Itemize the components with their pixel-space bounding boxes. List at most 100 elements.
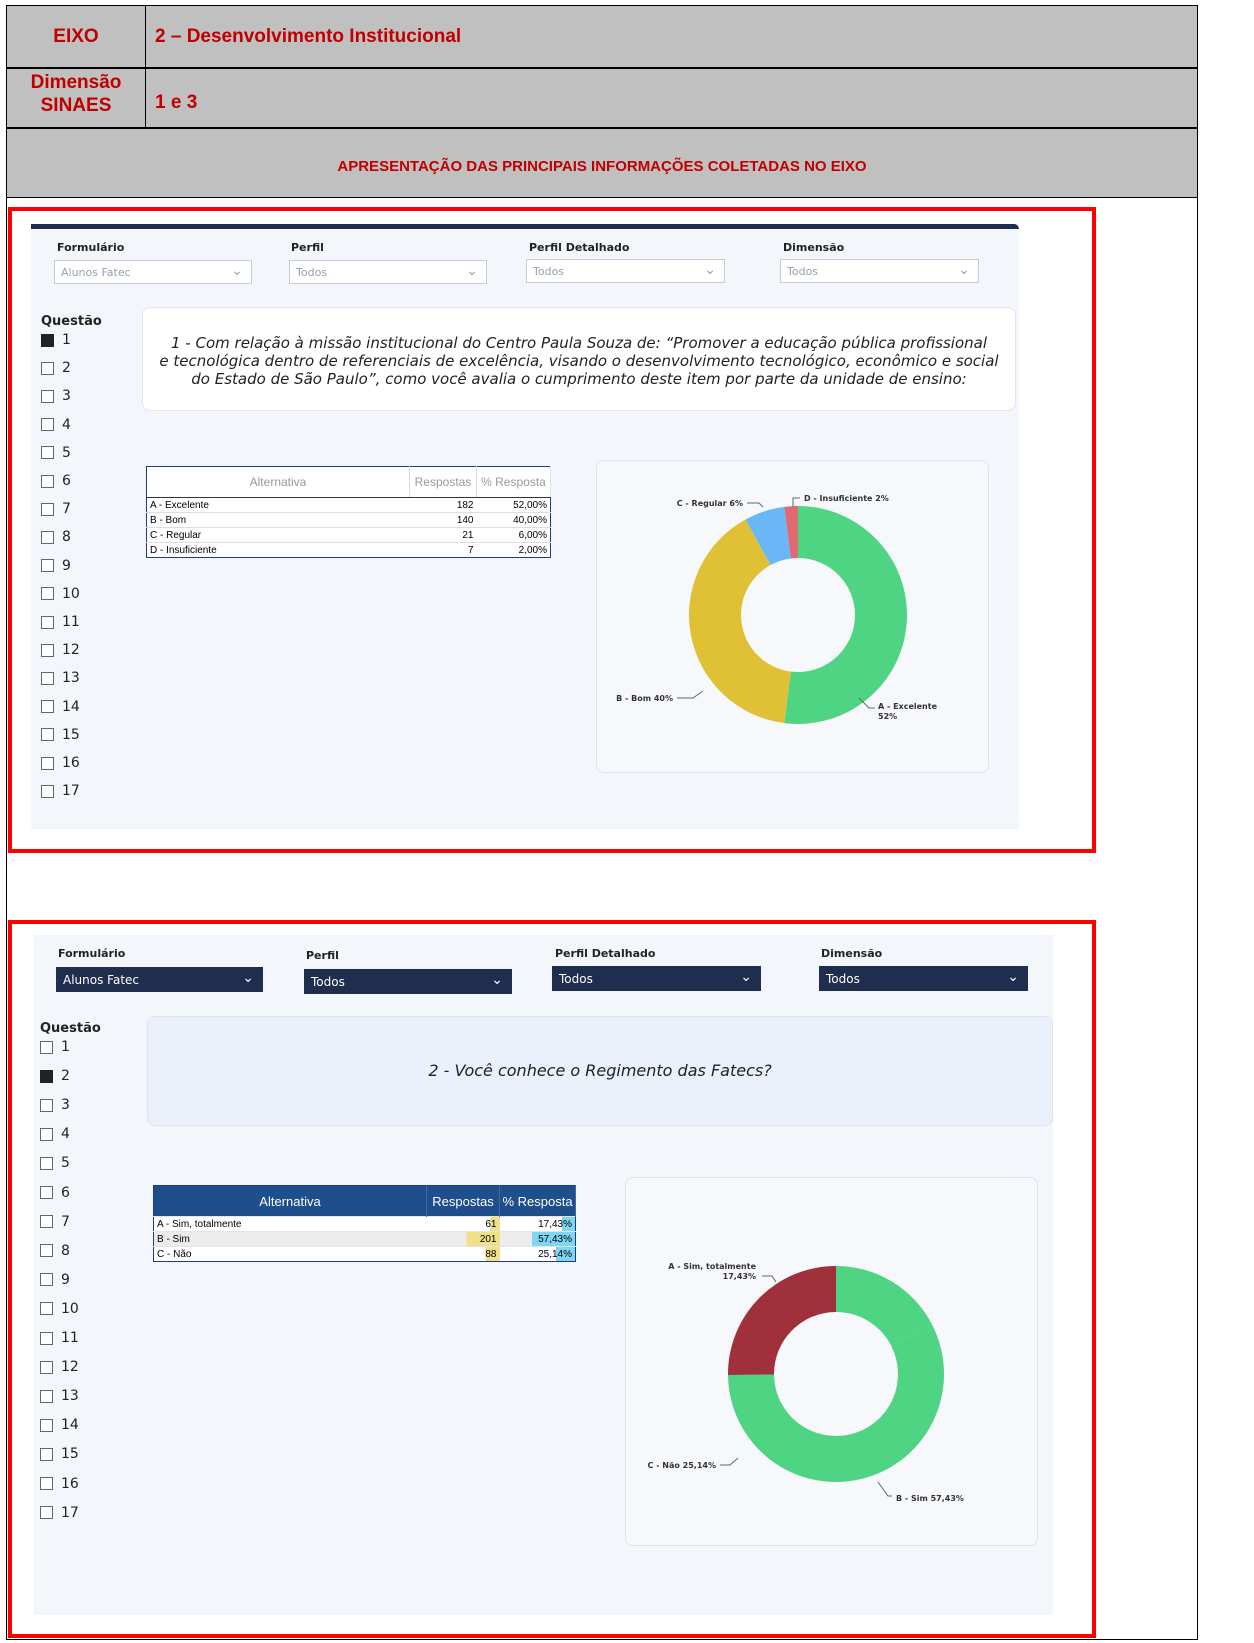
table-row[interactable]: D - Insuficiente 7 2,00% xyxy=(146,542,551,558)
question-option-14[interactable]: 14 xyxy=(40,1417,79,1433)
label-leader-line xyxy=(747,502,764,508)
checkbox[interactable] xyxy=(40,1215,53,1229)
filter-perfil-detalhado-select[interactable]: Todos ⌄ xyxy=(552,966,761,991)
question-option-5[interactable]: 5 xyxy=(40,1155,70,1171)
question-option-16[interactable]: 16 xyxy=(41,755,80,771)
question-option-3[interactable]: 3 xyxy=(40,1097,70,1113)
checkbox[interactable] xyxy=(40,1477,53,1490)
question-option-label: 2 xyxy=(61,1068,70,1085)
question-option-9[interactable]: 9 xyxy=(41,558,71,574)
checkbox[interactable] xyxy=(40,1069,53,1083)
checkbox[interactable] xyxy=(40,1098,53,1112)
eixo-divider xyxy=(145,6,146,68)
column-header-respostas[interactable]: Respostas xyxy=(409,466,477,498)
filter-dimensao-select[interactable]: Todos ⌄ xyxy=(780,259,979,283)
question-option-2[interactable]: 2 xyxy=(40,1068,70,1084)
question-option-6[interactable]: 6 xyxy=(40,1185,70,1201)
table-row[interactable]: B - Bom 140 40,00% xyxy=(146,512,551,528)
question-option-7[interactable]: 7 xyxy=(41,501,71,517)
column-header-percent[interactable]: % Resposta xyxy=(499,1185,576,1217)
question-option-11[interactable]: 11 xyxy=(40,1330,79,1346)
checkbox[interactable] xyxy=(41,333,54,347)
question-option-4[interactable]: 4 xyxy=(41,417,71,433)
checkbox[interactable] xyxy=(40,1389,53,1403)
checkbox[interactable] xyxy=(41,615,54,629)
donut-slice-2[interactable] xyxy=(728,1266,836,1375)
checkbox[interactable] xyxy=(41,502,54,516)
question-option-12[interactable]: 12 xyxy=(41,642,80,658)
question-option-12[interactable]: 12 xyxy=(40,1359,79,1375)
filter-perfil-detalhado-select[interactable]: Todos ⌄ xyxy=(526,259,725,283)
question-option-11[interactable]: 11 xyxy=(41,614,80,630)
checkbox[interactable] xyxy=(40,1127,53,1141)
question-option-13[interactable]: 13 xyxy=(41,670,80,686)
checkbox[interactable] xyxy=(40,1156,53,1170)
checkbox[interactable] xyxy=(40,1302,53,1316)
table-row[interactable]: A - Excelente 182 52,00% xyxy=(146,497,551,513)
checkbox[interactable] xyxy=(41,361,54,375)
question-option-13[interactable]: 13 xyxy=(40,1388,79,1404)
question-option-10[interactable]: 10 xyxy=(41,586,80,602)
question-option-1[interactable]: 1 xyxy=(41,332,71,348)
checkbox[interactable] xyxy=(41,530,54,544)
checkbox[interactable] xyxy=(41,587,54,601)
question-option-17[interactable]: 17 xyxy=(40,1505,79,1521)
column-header-alternativa[interactable]: Alternativa xyxy=(146,466,410,498)
column-header-respostas[interactable]: Respostas xyxy=(426,1185,500,1217)
checkbox[interactable] xyxy=(41,671,54,685)
checkbox[interactable] xyxy=(41,756,54,770)
checkbox[interactable] xyxy=(41,643,54,657)
question-option-9[interactable]: 9 xyxy=(40,1272,70,1288)
checkbox[interactable] xyxy=(40,1186,53,1199)
question-option-17[interactable]: 17 xyxy=(41,783,80,799)
donut-slice-0[interactable] xyxy=(784,506,907,724)
checkbox[interactable] xyxy=(41,418,54,432)
table-row[interactable]: B - Sim 201 57,43% xyxy=(153,1231,576,1247)
question-option-10[interactable]: 10 xyxy=(40,1301,79,1317)
table-row[interactable]: C - Não 88 25,14% xyxy=(153,1246,576,1262)
question-option-4[interactable]: 4 xyxy=(40,1126,70,1142)
checkbox[interactable] xyxy=(41,389,54,403)
question-option-15[interactable]: 15 xyxy=(41,727,80,743)
checkbox[interactable] xyxy=(41,728,54,742)
question-option-6[interactable]: 6 xyxy=(41,473,71,489)
table-row[interactable]: A - Sim, totalmente 61 17,43% xyxy=(153,1216,576,1232)
table-row[interactable]: C - Regular 21 6,00% xyxy=(146,527,551,543)
question-option-5[interactable]: 5 xyxy=(41,445,71,461)
chevron-down-icon: ⌄ xyxy=(231,263,243,279)
question-text: 2 - Você conhece o Regimento das Fatecs? xyxy=(428,1061,772,1080)
question-option-1[interactable]: 1 xyxy=(40,1039,70,1055)
checkbox[interactable] xyxy=(40,1360,53,1374)
question-option-15[interactable]: 15 xyxy=(40,1446,79,1462)
checkbox[interactable] xyxy=(40,1273,53,1287)
question-option-14[interactable]: 14 xyxy=(41,699,80,715)
filter-formulario-select[interactable]: Alunos Fatec ⌄ xyxy=(56,967,263,992)
checkbox[interactable] xyxy=(41,474,54,488)
cell-percent: 17,43% xyxy=(499,1216,576,1232)
question-option-3[interactable]: 3 xyxy=(41,388,71,404)
checkbox[interactable] xyxy=(40,1418,53,1432)
checkbox[interactable] xyxy=(40,1447,53,1461)
question-option-2[interactable]: 2 xyxy=(41,360,71,376)
checkbox[interactable] xyxy=(41,700,54,714)
filter-dimensao-select[interactable]: Todos ⌄ xyxy=(819,966,1028,991)
question-option-16[interactable]: 16 xyxy=(40,1476,79,1492)
checkbox[interactable] xyxy=(40,1244,53,1258)
column-header-alternativa[interactable]: Alternativa xyxy=(153,1185,427,1217)
checkbox[interactable] xyxy=(40,1331,53,1345)
question-option-8[interactable]: 8 xyxy=(40,1243,70,1259)
donut-chart: A - Sim, totalmente17,43% B - Sim 57,43% C… xyxy=(648,1262,964,1503)
filter-formulario-select[interactable]: Alunos Fatec ⌄ xyxy=(54,260,252,284)
checkbox[interactable] xyxy=(41,784,54,798)
question-option-label: 10 xyxy=(61,1300,79,1317)
filter-perfil-select[interactable]: Todos ⌄ xyxy=(304,969,512,994)
data-label: 17,43% xyxy=(723,1272,756,1281)
checkbox[interactable] xyxy=(40,1040,53,1054)
question-option-7[interactable]: 7 xyxy=(40,1214,70,1230)
filter-perfil-select[interactable]: Todos ⌄ xyxy=(289,260,487,284)
question-option-8[interactable]: 8 xyxy=(41,529,71,545)
checkbox[interactable] xyxy=(41,446,54,460)
checkbox[interactable] xyxy=(40,1506,53,1520)
column-header-percent[interactable]: % Resposta xyxy=(476,466,551,498)
checkbox[interactable] xyxy=(41,559,54,573)
